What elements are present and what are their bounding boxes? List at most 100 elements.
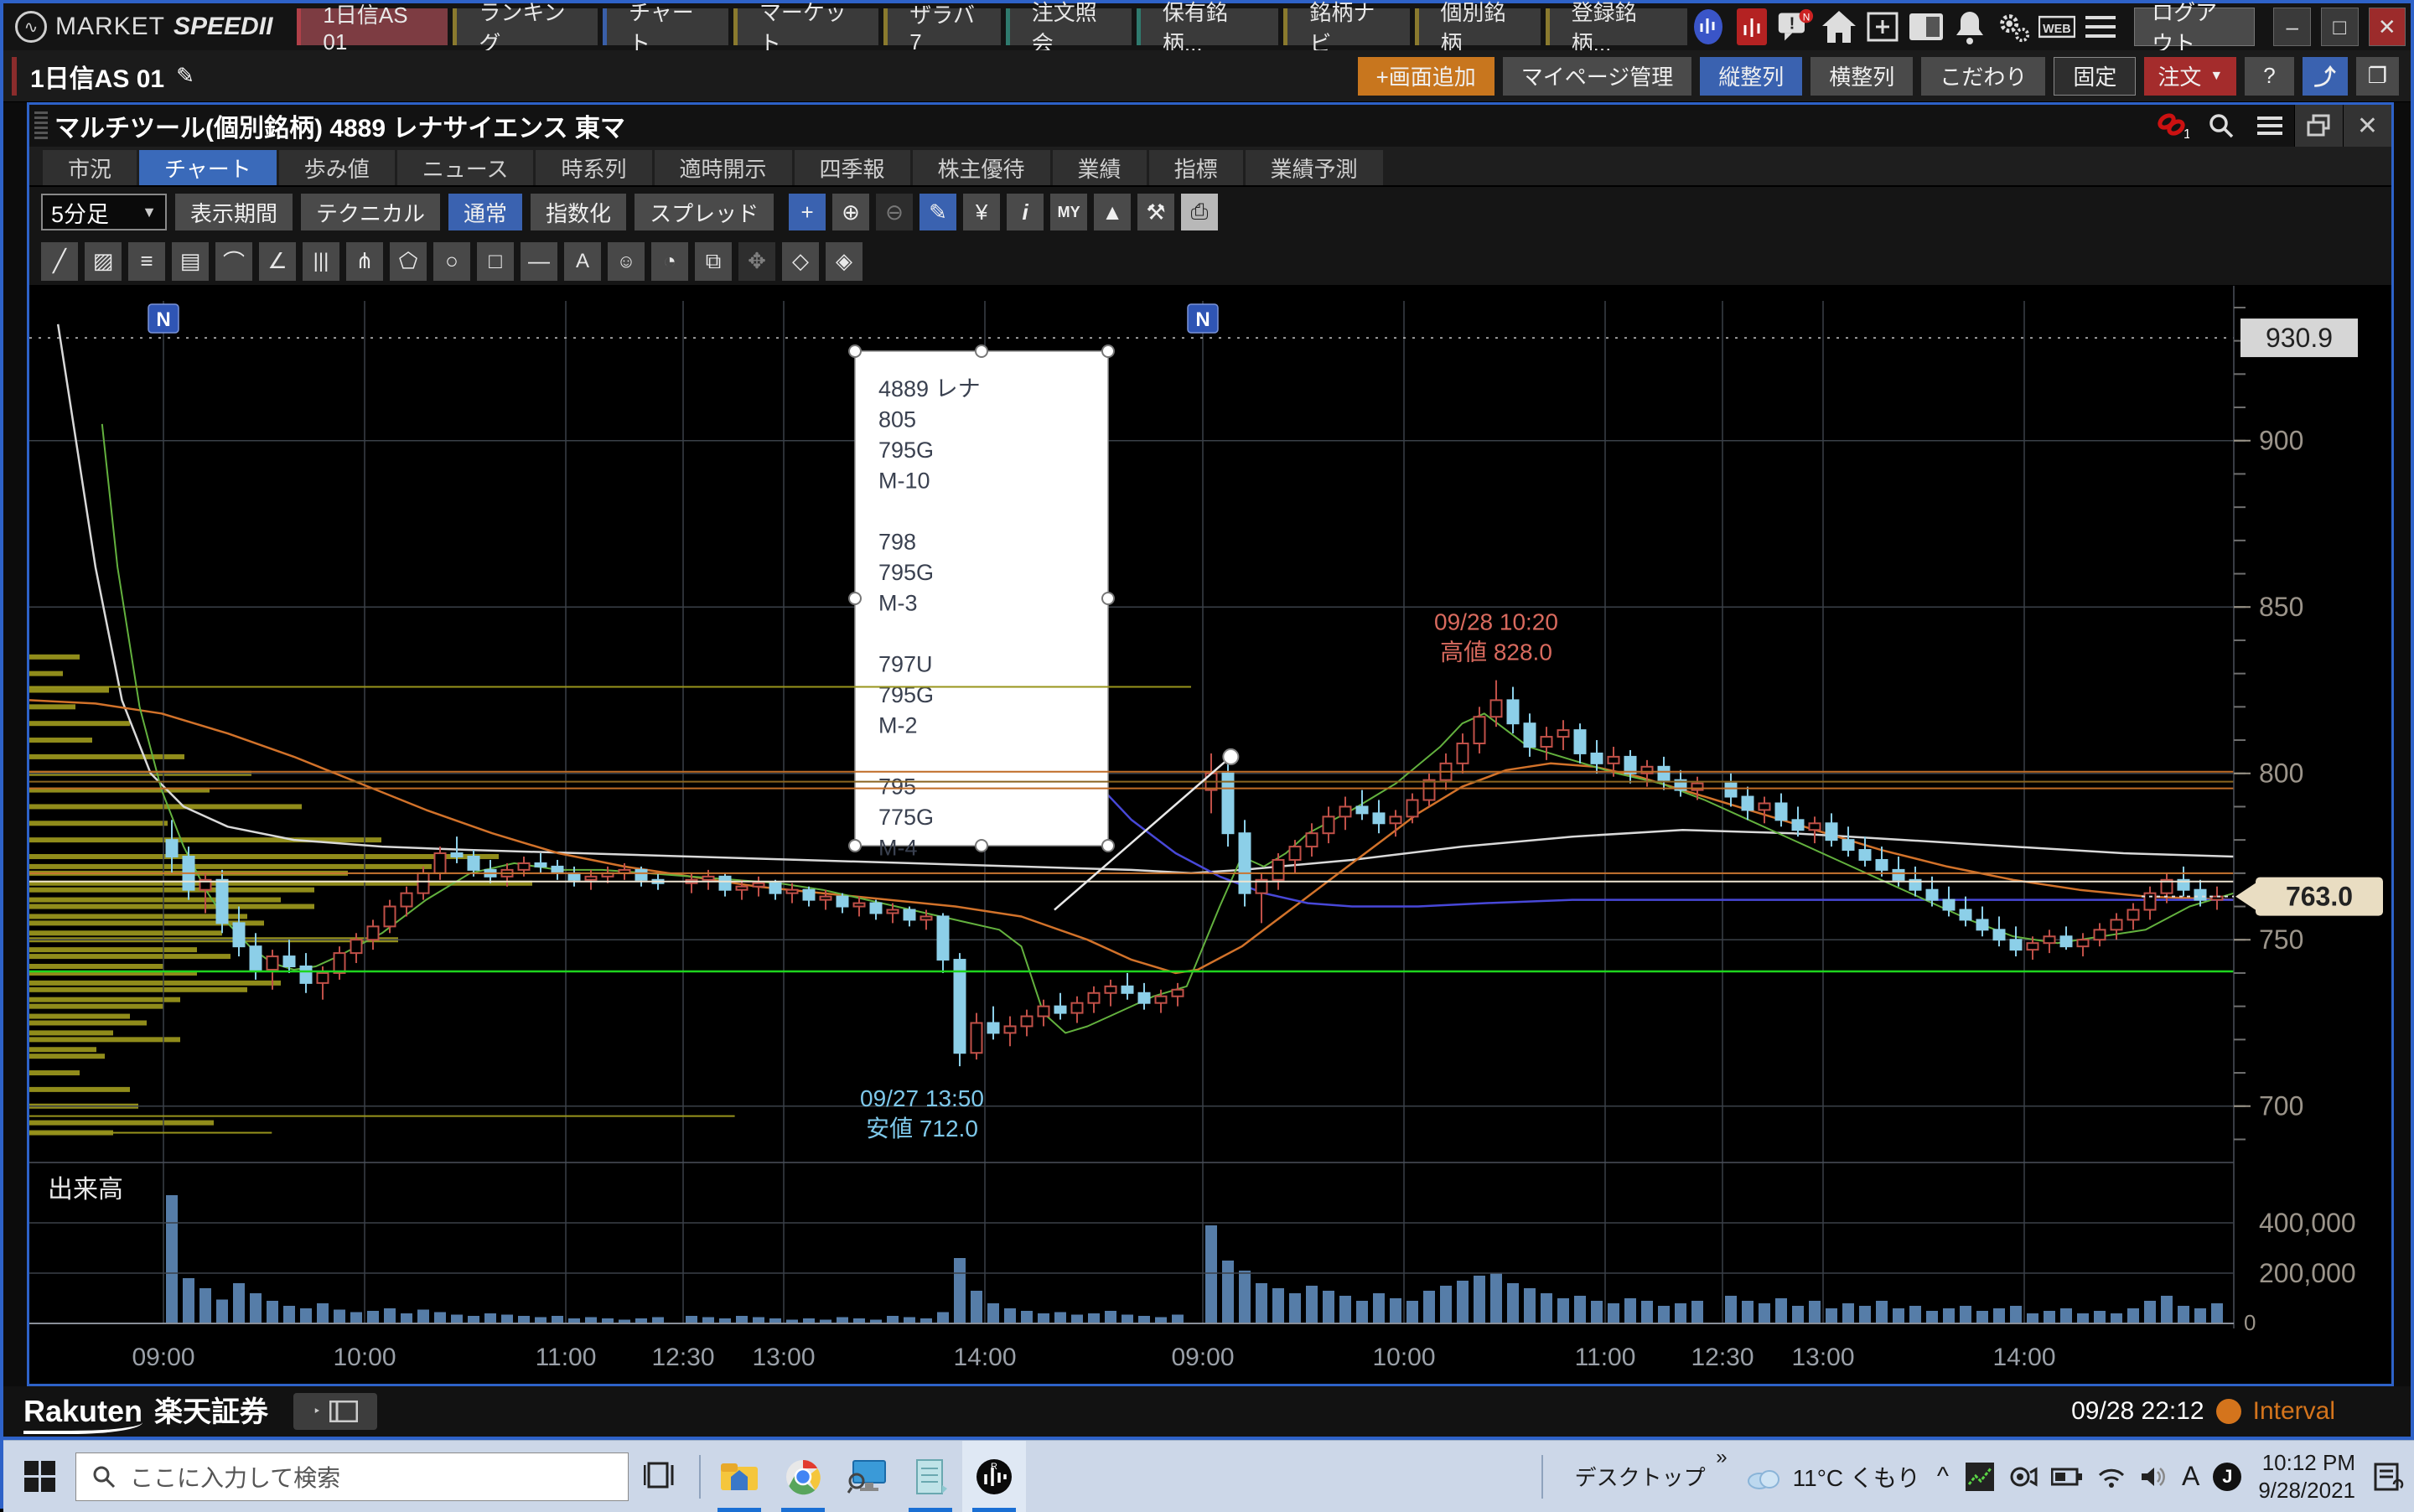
tab-適時開示[interactable]: 適時開示 [655, 150, 792, 185]
eraser-icon[interactable]: ◇ [782, 242, 819, 281]
window-titlebar[interactable]: マルチツール(個別銘柄) 4889 レナサイエンス 東マ 1 ✕ [29, 105, 2391, 147]
bell-icon[interactable] [1951, 8, 1988, 45]
tab-四季報[interactable]: 四季報 [795, 150, 910, 185]
show-hidden-icons[interactable]: ^ [1937, 1463, 1949, 1491]
menu-tab-個別銘柄[interactable]: 個別銘柄 [1415, 8, 1541, 45]
home-icon[interactable] [1821, 8, 1857, 45]
tab-業績[interactable]: 業績 [1053, 150, 1147, 185]
message-notice-icon[interactable]: !N [1777, 8, 1814, 45]
taskbar-search-input[interactable]: ここに入力して検索 [75, 1452, 629, 1501]
pencil-icon[interactable]: ✎ [919, 194, 956, 230]
toolbar-button-通常[interactable]: 通常 [448, 194, 522, 230]
note-box[interactable]: 4889 レナ805795GM-10798795GM-3797U795GM-27… [849, 345, 1114, 861]
ime-lang-icon[interactable]: J [2213, 1463, 2241, 1491]
trendline-handle[interactable] [1223, 749, 1238, 764]
camera-icon[interactable] [2007, 1464, 2038, 1489]
fibo-arc-icon[interactable]: ⌒ [215, 242, 252, 281]
toolbar-button-テクニカル[interactable]: テクニカル [301, 194, 440, 230]
speaker-icon[interactable] [2140, 1465, 2168, 1489]
alert-chart-icon[interactable] [1733, 8, 1770, 45]
monitor-search-icon[interactable] [835, 1441, 899, 1512]
start-button[interactable] [3, 1441, 75, 1512]
tab-株主優待[interactable]: 株主優待 [913, 150, 1050, 185]
text-icon[interactable]: A [564, 242, 601, 281]
menu-tab-ザラバ7[interactable]: ザラバ7 [883, 8, 1001, 45]
minimize-button[interactable]: – [2273, 8, 2311, 46]
hlines-multi-icon[interactable]: ▤ [172, 242, 209, 281]
window-close-icon[interactable]: ✕ [2343, 105, 2391, 147]
wifi-icon[interactable] [2096, 1465, 2126, 1489]
popout-icon[interactable] [2294, 105, 2343, 147]
wrench-icon[interactable]: ⚒ [1137, 194, 1174, 230]
menu-tab-保有銘柄...[interactable]: 保有銘柄... [1137, 8, 1279, 45]
stamp-icon[interactable]: ☺ [608, 242, 645, 281]
tab-ニュース[interactable]: ニュース [397, 150, 534, 185]
hlines-icon[interactable]: ≡ [128, 242, 165, 281]
pentagon-icon[interactable]: ⬠ [390, 242, 427, 281]
workspace-button-マイページ管理[interactable]: マイページ管理 [1503, 57, 1691, 96]
toolbar-button-スプレッド[interactable]: スプレッド [635, 194, 774, 230]
tab-チャート[interactable]: チャート [139, 150, 277, 185]
toolbar-button-表示期間[interactable]: 表示期間 [175, 194, 293, 230]
maximize-button[interactable]: □ [2321, 8, 2359, 46]
selection-handle[interactable] [1102, 840, 1114, 852]
my-chart-icon[interactable]: MY [1050, 194, 1087, 230]
ime-mode-icon[interactable]: A [2182, 1461, 2199, 1492]
menu-tab-ランキング[interactable]: ランキング [453, 8, 598, 45]
menu-tab-銘柄ナビ[interactable]: 銘柄ナビ [1283, 8, 1409, 45]
windows-button[interactable]: ❐ [2356, 57, 2399, 96]
marketspeed-tray-icon[interactable] [1966, 1463, 1994, 1491]
zoom-out-icon[interactable]: ⊖ [876, 194, 913, 230]
copy-icon[interactable]: ⧉ [695, 242, 732, 281]
tab-時系列[interactable]: 時系列 [536, 150, 651, 185]
workspace-button-こだわり[interactable]: こだわり [1921, 57, 2045, 96]
menu-tab-チャート[interactable]: チャート [603, 8, 728, 45]
marketspeed-taskbar-icon[interactable]: R [962, 1441, 1026, 1512]
selection-handle[interactable] [976, 345, 987, 357]
hsegment-icon[interactable]: — [521, 242, 557, 281]
panel-toggle-button[interactable]: ‣ [293, 1393, 377, 1430]
menu-icon[interactable] [2246, 105, 2294, 147]
eraser-all-icon[interactable]: ◈ [826, 242, 863, 281]
info-icon[interactable]: i [1007, 194, 1044, 230]
menu-tab-1日信AS 01[interactable]: 1日信AS 01 [297, 8, 448, 45]
battery-icon[interactable] [2051, 1466, 2083, 1488]
menu-icon[interactable] [2082, 8, 2119, 45]
drag-grip-icon[interactable] [34, 111, 48, 140]
period-select[interactable]: 5分足 ▼ [41, 194, 167, 230]
notepad-icon[interactable] [899, 1441, 962, 1512]
workspace-button-固定[interactable]: 固定 [2054, 57, 2136, 96]
trendline-icon[interactable]: ╱ [41, 242, 78, 281]
close-button[interactable]: ✕ [2369, 8, 2406, 46]
crosshair-icon[interactable]: + [789, 194, 826, 230]
menu-tab-マーケット[interactable]: マーケット [733, 8, 878, 45]
edit-pencil-icon[interactable]: ✎ [176, 63, 194, 89]
pitchfork-icon[interactable]: ⋔ [346, 242, 383, 281]
panel-icon[interactable] [1908, 8, 1945, 45]
tab-市況[interactable]: 市況 [43, 150, 137, 185]
menu-tab-登録銘柄...[interactable]: 登録銘柄... [1546, 8, 1688, 45]
task-view-icon[interactable] [629, 1441, 692, 1512]
chrome-icon[interactable] [771, 1441, 835, 1512]
workspace-button-横整列[interactable]: 横整列 [1810, 57, 1913, 96]
workspace-button-+画面追加[interactable]: +画面追加 [1358, 57, 1495, 96]
area-chart-icon[interactable]: ▲ [1094, 194, 1131, 230]
web-icon[interactable]: WEB [2038, 8, 2075, 45]
workspace-button-注文[interactable]: 注文▼ [2144, 57, 2236, 96]
tab-歩み値[interactable]: 歩み値 [279, 150, 395, 185]
link-group-icon[interactable]: 1 [2148, 105, 2197, 147]
menu-tab-注文照会[interactable]: 注文照会 [1006, 8, 1132, 45]
workspace-button-?[interactable]: ? [2245, 57, 2293, 96]
selection-handle[interactable] [1102, 345, 1114, 357]
selection-handle[interactable] [849, 593, 861, 604]
desktop-toolbar[interactable]: » デスクトップ [1567, 1461, 1728, 1492]
marketspeed-app-icon[interactable] [1690, 8, 1727, 45]
selection-handle[interactable] [849, 840, 861, 852]
price-chart[interactable]: NN4889 レナ805795GM-10798795GM-3797U795GM-… [29, 286, 2391, 1384]
selection-handle[interactable] [976, 840, 987, 852]
add-window-icon[interactable] [1864, 8, 1901, 45]
clock-icon[interactable]: ◔ [651, 242, 688, 281]
fan-lines-icon[interactable]: ∠ [259, 242, 296, 281]
zoom-in-icon[interactable]: ⊕ [832, 194, 869, 230]
workspace-button-縦整列[interactable]: 縦整列 [1700, 57, 1802, 96]
